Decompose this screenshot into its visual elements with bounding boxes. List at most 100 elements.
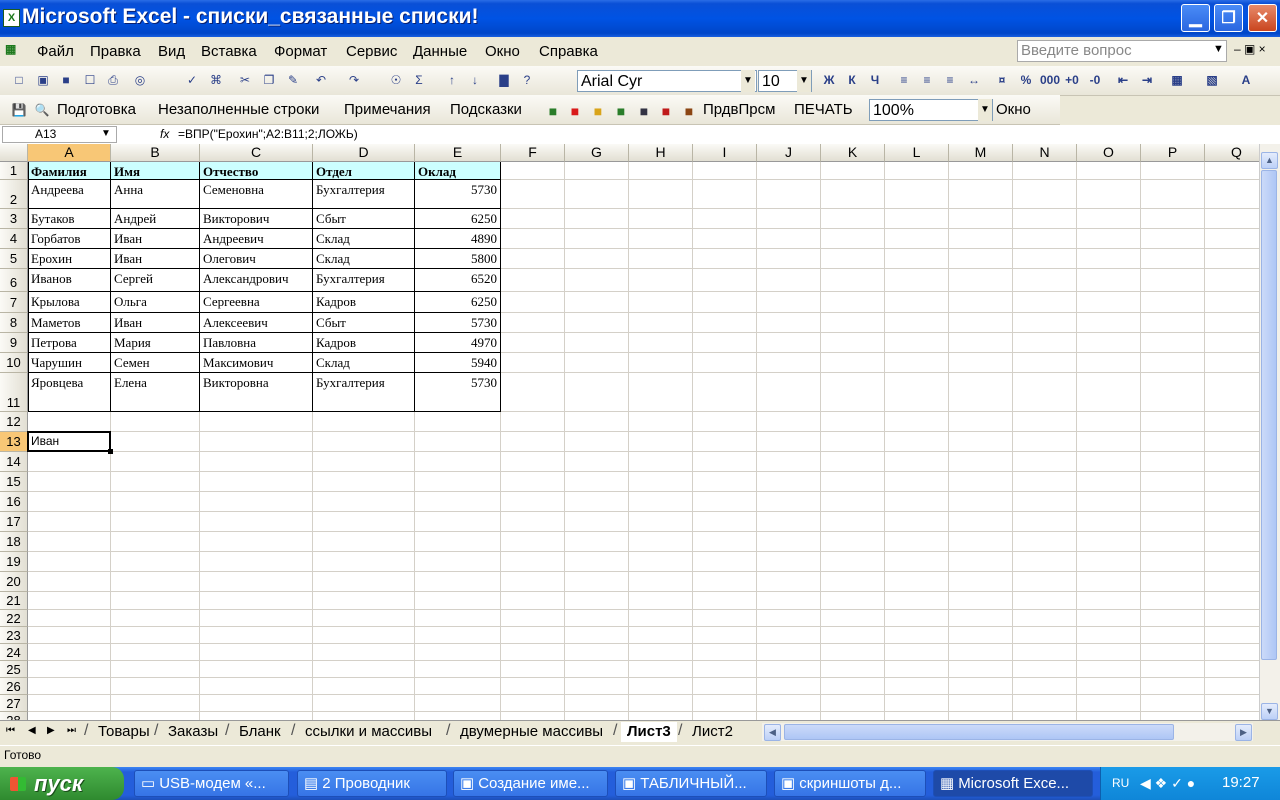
taskbar-task-4[interactable]: ▣ ТАБЛИЧНЫЙ... [615,770,767,797]
font-name-dropdown-icon[interactable]: ▼ [741,70,755,92]
bold-icon[interactable]: Ж [820,71,838,89]
menu-item-6[interactable]: Сервис [346,43,397,60]
row-header-2[interactable]: 2 [0,180,28,209]
row-header-17[interactable]: 17 [0,512,28,532]
formula-input[interactable]: =ВПР("Ерохин";A2:B11;2;ЛОЖЬ) [178,127,358,141]
decrease-decimal-icon[interactable]: -0 [1086,71,1104,89]
prev-sheet-icon[interactable]: ◀ [28,725,36,736]
table-cell[interactable]: Андрей [111,209,200,229]
row-header-27[interactable]: 27 [0,695,28,712]
row-header-20[interactable]: 20 [0,572,28,592]
tab-2[interactable]: Заказы [162,722,224,742]
row-header-4[interactable]: 4 [0,229,28,249]
grid-icon[interactable]: ■ [635,102,653,120]
custom-menu-2[interactable]: Незаполненные строки [158,101,319,118]
scroll-left-icon[interactable]: ◀ [764,724,781,741]
menu-item-3[interactable]: Вид [158,43,185,60]
table-cell[interactable]: Горбатов [28,229,111,249]
column-header-A[interactable]: A [28,144,111,162]
row-header-5[interactable]: 5 [0,249,28,269]
hyperlink-icon[interactable]: ☉ [387,71,405,89]
thousands-icon[interactable]: 000 [1040,71,1060,89]
ask-question-input[interactable]: Введите вопрос [1017,40,1227,62]
table-cell[interactable]: Максимович [200,353,313,373]
row-header-22[interactable]: 22 [0,610,28,627]
scroll-down-icon[interactable]: ▼ [1261,703,1278,720]
table-header-cell[interactable]: Фамилия [28,162,111,180]
record-icon[interactable]: ■ [680,102,698,120]
tab-7[interactable]: Лист2 [686,722,739,742]
row-header-9[interactable]: 9 [0,333,28,353]
table-header-cell[interactable]: Отчество [200,162,313,180]
table-cell[interactable]: Павловна [200,333,313,353]
table-cell[interactable]: Ольга [111,292,200,313]
row-header-8[interactable]: 8 [0,313,28,333]
column-header-D[interactable]: D [313,144,415,162]
table-cell[interactable]: Олегович [200,249,313,269]
question-icon[interactable]: ■ [589,102,607,120]
percent-icon[interactable]: % [1017,71,1035,89]
workbook-icon[interactable]: ▦ [5,42,27,60]
scroll-right-icon[interactable]: ▶ [1235,724,1252,741]
fill-color-icon[interactable]: ▧ [1203,71,1221,89]
align-right-icon[interactable]: ≡ [941,71,959,89]
permission-icon[interactable]: ☐ [81,71,99,89]
column-header-F[interactable]: F [501,144,565,162]
table-cell[interactable]: Чарушин [28,353,111,373]
menu-item-9[interactable]: Справка [539,43,598,60]
tab-1[interactable]: Товары [92,722,156,742]
column-header-C[interactable]: C [200,144,313,162]
save-icon[interactable]: ■ [57,71,75,89]
close-button[interactable]: ✕ [1248,4,1277,32]
column-header-B[interactable]: B [111,144,200,162]
taskbar-task-3[interactable]: ▣ Создание име... [453,770,608,797]
table-cell[interactable]: Алексеевич [200,313,313,333]
fill-handle[interactable] [108,449,113,454]
taskbar-task-6[interactable]: ▦ Microsoft Exce... [933,770,1093,797]
table-cell[interactable]: 6250 [415,292,501,313]
copy-icon[interactable]: ❐ [260,71,278,89]
research-icon[interactable]: ⌘ [207,71,225,89]
zoom-combo[interactable]: 100% [869,99,993,121]
tab-4[interactable]: ссылки и массивы [299,722,438,742]
row-header-28[interactable]: 28 [0,712,28,720]
table-cell[interactable]: Бухгалтерия [313,269,415,292]
table-cell[interactable]: Петрова [28,333,111,353]
minimize-button[interactable]: ▁ [1181,4,1210,32]
table-header-cell[interactable]: Имя [111,162,200,180]
table-cell[interactable]: Иванов [28,269,111,292]
align-left-icon[interactable]: ≡ [895,71,913,89]
tab-5[interactable]: двумерные массивы [454,722,609,742]
table-cell[interactable]: Сергей [111,269,200,292]
table-header-cell[interactable]: Оклад [415,162,501,180]
table-cell[interactable]: Сергеевна [200,292,313,313]
name-box[interactable]: A13 [2,126,117,143]
row-header-3[interactable]: 3 [0,209,28,229]
row-header-18[interactable]: 18 [0,532,28,552]
sort-asc-icon[interactable]: ↑ [443,71,461,89]
row-header-26[interactable]: 26 [0,678,28,695]
align-center-icon[interactable]: ≡ [918,71,936,89]
maximize-button[interactable]: ❐ [1214,4,1243,32]
new-icon[interactable]: □ [10,71,28,89]
fx-icon[interactable]: fx [160,127,169,141]
table-cell[interactable]: 6520 [415,269,501,292]
table-cell[interactable]: 4970 [415,333,501,353]
menu-item-2[interactable]: Правка [90,43,141,60]
row-header-1[interactable]: 1 [0,162,28,180]
language-indicator[interactable]: RU [1112,776,1129,790]
column-header-L[interactable]: L [885,144,949,162]
next-sheet-icon[interactable]: ▶ [47,725,55,736]
column-header-M[interactable]: M [949,144,1013,162]
table-cell[interactable]: Маметов [28,313,111,333]
decrease-indent-icon[interactable]: ⇤ [1114,71,1132,89]
worksheet-grid[interactable]: A B C D E F G H I J K L M N O P Q 1 2 3 4 5 6 7 8 9 10 11 12 13 14 15 16… [0,144,1259,720]
custom-menu-4[interactable]: Подсказки [450,101,522,118]
menu-item-5[interactable]: Формат [274,43,327,60]
column-header-O[interactable]: O [1077,144,1141,162]
table-cell[interactable]: Склад [313,249,415,269]
print-icon[interactable]: ⎙ [104,71,122,89]
ask-dropdown-icon[interactable]: ▼ [1213,43,1224,55]
column-header-I[interactable]: I [693,144,757,162]
row-header-6[interactable]: 6 [0,269,28,292]
